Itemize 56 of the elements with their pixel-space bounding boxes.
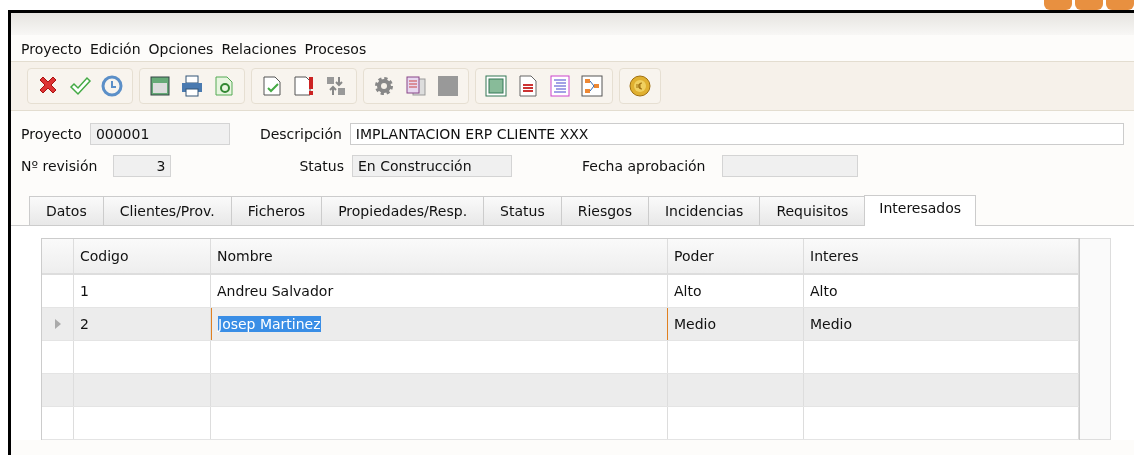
tab[interactable]: Riesgos: [560, 196, 649, 225]
scrollbar[interactable]: [1080, 238, 1111, 440]
table-cell: Josep Martinez: [211, 308, 668, 340]
table-cell: Alto: [668, 275, 804, 307]
list-icon[interactable]: [548, 74, 572, 98]
flowchart-icon[interactable]: [580, 74, 604, 98]
spreadsheet-icon[interactable]: [484, 74, 508, 98]
window-button-icon[interactable]: [1075, 0, 1103, 10]
table-cell: Medio: [668, 308, 804, 340]
table-cell: Andreu Salvador: [211, 275, 668, 307]
documents-icon[interactable]: [404, 74, 428, 98]
tab[interactable]: Propiedades/Resp.: [321, 196, 485, 225]
table-cell: 1: [74, 275, 211, 307]
tab[interactable]: Clientes/Prov.: [102, 196, 232, 225]
menu-item[interactable]: Opciones: [148, 41, 214, 57]
tab[interactable]: Interesados: [864, 195, 977, 226]
menu-item[interactable]: Edición: [89, 41, 141, 57]
tab[interactable]: Datos: [29, 196, 104, 225]
revision-field[interactable]: 3: [113, 155, 172, 177]
tab[interactable]: Ficheros: [230, 196, 323, 225]
field-label: Nº revisión: [21, 158, 98, 174]
report-icon[interactable]: [516, 74, 540, 98]
check-icon[interactable]: [68, 74, 92, 98]
swap-icon[interactable]: [324, 74, 348, 98]
table-cell: Medio: [804, 308, 1079, 340]
document-check-icon[interactable]: [260, 74, 284, 98]
field-label: Proyecto: [21, 126, 82, 142]
status-field[interactable]: En Construcción: [352, 155, 512, 177]
column-header[interactable]: Nombre: [211, 239, 668, 273]
field-label: Status: [299, 158, 344, 174]
square-icon[interactable]: [436, 74, 460, 98]
menu-item[interactable]: Procesos: [304, 41, 367, 57]
gear-icon[interactable]: [372, 74, 396, 98]
field-label: Fecha aprobación: [582, 158, 706, 174]
table-row[interactable]: 1 Andreu Salvador Alto Alto: [42, 275, 1079, 308]
project-field[interactable]: 000001: [89, 123, 230, 145]
menu-item[interactable]: Proyecto: [21, 41, 82, 57]
window-button-icon[interactable]: [1106, 0, 1134, 10]
date-field[interactable]: [721, 155, 858, 177]
table-row[interactable]: 2 Josep Martinez Medio Medio: [42, 308, 1079, 341]
tab[interactable]: Incidencias: [648, 196, 761, 225]
column-header[interactable]: Codigo: [74, 239, 211, 273]
printer-icon[interactable]: [180, 74, 204, 98]
menu-item[interactable]: Relaciones: [221, 41, 297, 57]
table-cell: 2: [74, 308, 211, 340]
tab[interactable]: Requisitos: [759, 196, 866, 225]
document-icon[interactable]: [212, 74, 236, 98]
document-alert-icon[interactable]: [292, 74, 316, 98]
description-field[interactable]: IMPLANTACION ERP CLIENTE XXX: [349, 123, 1124, 145]
field-label: Descripción: [259, 126, 342, 142]
table-cell: Alto: [804, 275, 1079, 307]
column-header[interactable]: Interes: [804, 239, 1079, 273]
tab[interactable]: Status: [483, 196, 562, 225]
row-pointer-icon: [53, 318, 62, 330]
column-header[interactable]: Poder: [668, 239, 804, 273]
window-button-icon[interactable]: [1044, 0, 1072, 10]
